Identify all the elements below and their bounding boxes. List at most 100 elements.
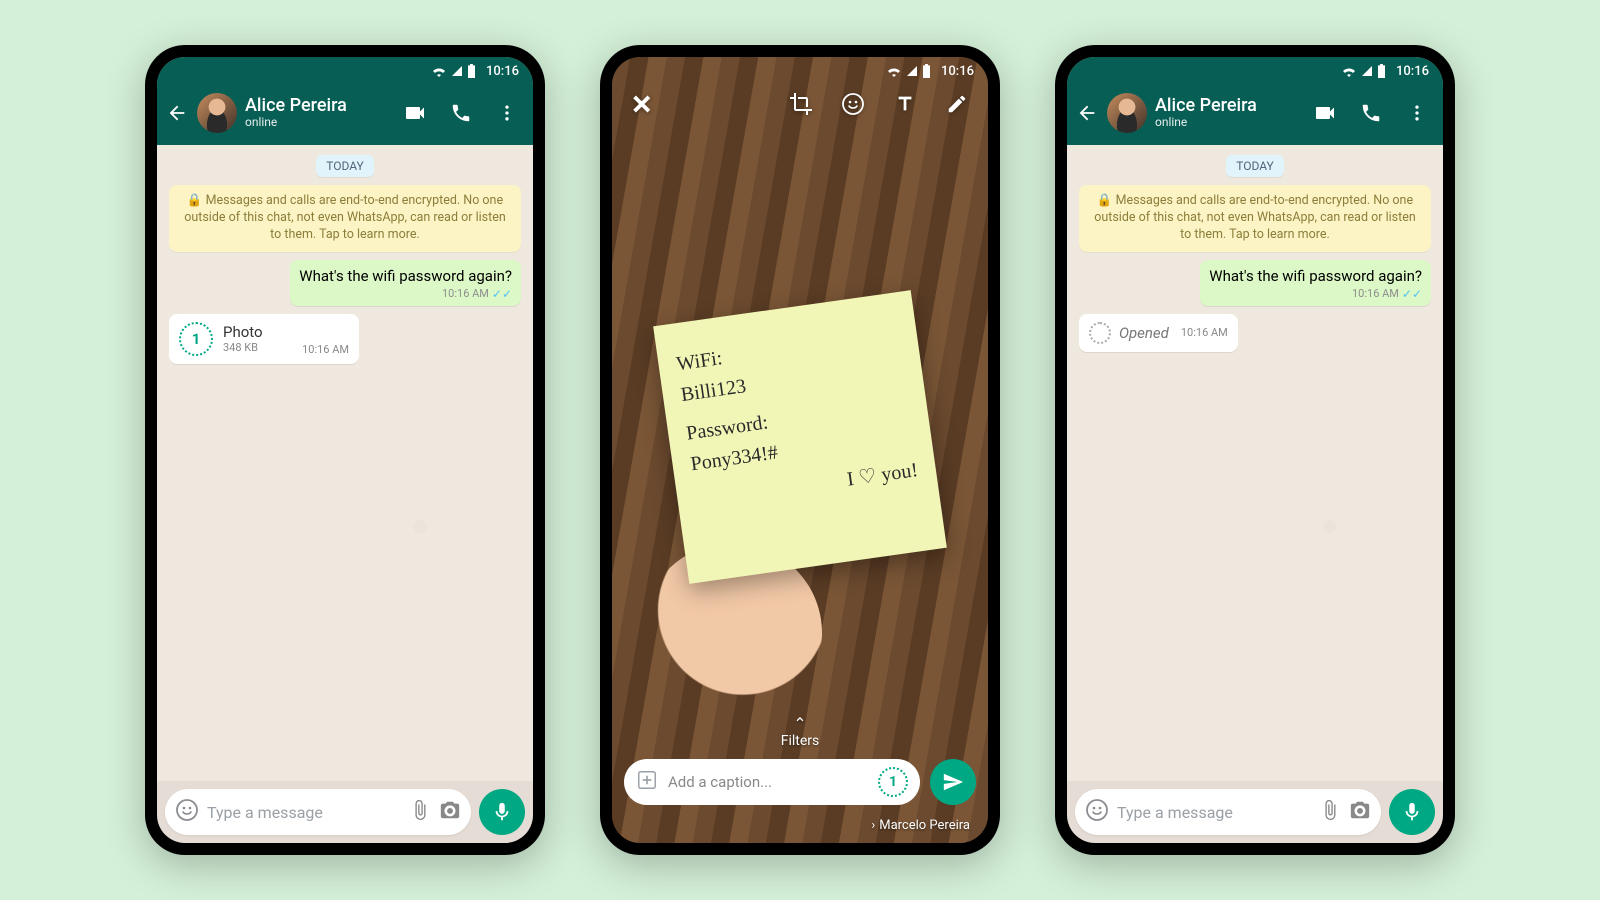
battery-icon <box>467 64 476 78</box>
message-time: 10:16 AM <box>1352 287 1399 300</box>
battery-icon <box>922 64 931 78</box>
caption-input[interactable]: Add a caption... 1 <box>624 759 920 805</box>
wifi-icon <box>431 65 447 77</box>
message-input[interactable]: Type a message <box>165 789 471 835</box>
status-icons <box>1341 64 1386 78</box>
more-vertical-icon <box>1407 103 1427 123</box>
contact-info[interactable]: Alice Pereira online <box>245 96 395 130</box>
emoji-icon[interactable] <box>175 798 199 826</box>
chat-body[interactable]: TODAY 🔒 Messages and calls are end-to-en… <box>1067 145 1443 781</box>
back-button[interactable] <box>165 101 189 125</box>
more-menu-button[interactable] <box>495 101 519 125</box>
photo-size: 348 KB <box>223 341 292 354</box>
pencil-icon <box>946 93 968 115</box>
caption-row: Add a caption... 1 <box>624 759 976 805</box>
arrow-left-icon <box>1076 102 1098 124</box>
emoji-icon[interactable] <box>1085 798 1109 826</box>
encryption-text: Messages and calls are end-to-end encryp… <box>1094 193 1416 242</box>
status-bar: 10:16 <box>1067 57 1443 85</box>
status-bar: 10:16 <box>157 57 533 85</box>
text-button[interactable] <box>892 91 918 117</box>
recipient-chip[interactable]: › Marcelo Pereira <box>871 818 970 833</box>
opened-text: Opened <box>1119 324 1169 342</box>
opened-time: 10:16 AM <box>1181 326 1228 339</box>
chevron-up-icon: ⌃ <box>781 714 820 733</box>
camera-icon[interactable] <box>1349 799 1371 825</box>
status-time: 10:16 <box>941 64 974 79</box>
contact-info[interactable]: Alice Pereira online <box>1155 96 1305 130</box>
more-vertical-icon <box>497 103 517 123</box>
phone-frame-center: 10:16 WiFi: Billi123 Password: Pony334!#… <box>600 45 1000 855</box>
attach-icon[interactable] <box>409 799 431 825</box>
battery-icon <box>1377 64 1386 78</box>
draw-button[interactable] <box>944 91 970 117</box>
mic-icon <box>491 801 513 823</box>
contact-avatar[interactable] <box>1107 93 1147 133</box>
view-once-photo-bubble[interactable]: 1 Photo 348 KB 10:16 AM <box>169 314 359 364</box>
header-actions <box>1313 101 1429 125</box>
screen-chat-before: 10:16 Alice Pereira online TODAY 🔒 Messa… <box>157 57 533 843</box>
status-time: 10:16 <box>486 64 519 79</box>
text-icon <box>894 93 916 115</box>
recipient-name: Marcelo Pereira <box>879 818 970 833</box>
mic-button[interactable] <box>1389 789 1435 835</box>
view-once-toggle[interactable]: 1 <box>878 767 908 797</box>
date-chip: TODAY <box>1226 155 1284 177</box>
status-icons <box>431 64 476 78</box>
voice-call-button[interactable] <box>449 101 473 125</box>
add-media-icon[interactable] <box>636 769 658 795</box>
read-receipt-icon: ✓✓ <box>492 287 512 301</box>
screen-chat-after: 10:16 Alice Pereira online TODAY 🔒 Messa… <box>1067 57 1443 843</box>
cell-signal-icon <box>1360 65 1374 77</box>
message-input[interactable]: Type a message <box>1075 789 1381 835</box>
encryption-notice[interactable]: 🔒 Messages and calls are end-to-end encr… <box>1079 185 1431 252</box>
crop-button[interactable] <box>788 91 814 117</box>
status-icons <box>886 64 931 78</box>
mic-button[interactable] <box>479 789 525 835</box>
more-menu-button[interactable] <box>1405 101 1429 125</box>
date-chip: TODAY <box>316 155 374 177</box>
video-call-button[interactable] <box>1313 101 1337 125</box>
phone-icon <box>1360 102 1382 124</box>
phone-icon <box>450 102 472 124</box>
filters-toggle[interactable]: ⌃ Filters <box>781 714 820 749</box>
contact-name: Alice Pereira <box>245 96 395 117</box>
contact-status: online <box>1155 116 1305 130</box>
camera-icon[interactable] <box>439 799 461 825</box>
input-placeholder: Type a message <box>207 803 401 822</box>
message-text: What's the wifi password again? <box>299 267 512 285</box>
photo-info: Photo 348 KB <box>223 323 292 354</box>
send-button[interactable] <box>930 759 976 805</box>
message-time: 10:16 AM <box>442 287 489 300</box>
status-bar: 10:16 <box>612 57 988 85</box>
back-button[interactable] <box>1075 101 1099 125</box>
input-bar: Type a message <box>1067 781 1443 843</box>
video-call-button[interactable] <box>403 101 427 125</box>
outgoing-message[interactable]: What's the wifi password again? 10:16 AM… <box>1200 260 1431 306</box>
attach-icon[interactable] <box>1319 799 1341 825</box>
cell-signal-icon <box>905 65 919 77</box>
phone-frame-right: 10:16 Alice Pereira online TODAY 🔒 Messa… <box>1055 45 1455 855</box>
photo-time: 10:16 AM <box>302 343 349 356</box>
chat-body[interactable]: TODAY 🔒 Messages and calls are end-to-en… <box>157 145 533 781</box>
sticky-note-image: WiFi: Billi123 Password: Pony334!# I ♡ y… <box>653 290 947 584</box>
contact-avatar[interactable] <box>197 93 237 133</box>
voice-call-button[interactable] <box>1359 101 1383 125</box>
view-once-icon: 1 <box>179 322 213 356</box>
close-icon <box>632 93 654 115</box>
sticker-button[interactable] <box>840 91 866 117</box>
wifi-icon <box>1341 65 1357 77</box>
mic-icon <box>1401 801 1423 823</box>
encryption-notice[interactable]: 🔒 Messages and calls are end-to-end encr… <box>169 185 521 252</box>
outgoing-message[interactable]: What's the wifi password again? 10:16 AM… <box>290 260 521 306</box>
view-once-opened-bubble[interactable]: Opened 10:16 AM <box>1079 314 1238 352</box>
send-icon <box>942 771 964 793</box>
close-button[interactable] <box>630 91 656 117</box>
encryption-text: Messages and calls are end-to-end encryp… <box>184 193 506 242</box>
arrow-left-icon <box>166 102 188 124</box>
contact-name: Alice Pereira <box>1155 96 1305 117</box>
view-once-opened-icon <box>1089 322 1111 344</box>
chevron-right-icon: › <box>871 818 875 833</box>
caption-placeholder: Add a caption... <box>668 773 868 791</box>
chat-header: Alice Pereira online <box>157 85 533 145</box>
